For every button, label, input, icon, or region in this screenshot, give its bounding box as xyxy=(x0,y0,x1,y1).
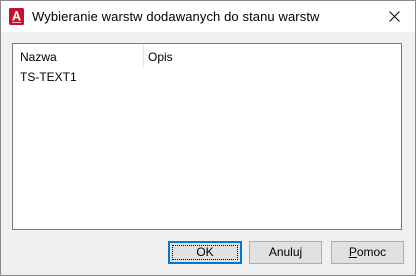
cancel-button-label: Anuluj xyxy=(268,245,303,259)
title-bar[interactable]: Wybieranie warstw dodawanych do stanu wa… xyxy=(1,1,415,32)
help-button-label: Pomoc xyxy=(349,245,386,259)
column-separator[interactable] xyxy=(143,44,144,68)
list-header: Nazwa Opis xyxy=(13,44,401,68)
help-label-rest: omoc xyxy=(356,245,387,259)
cancel-button[interactable]: Anuluj xyxy=(249,241,322,264)
window-title: Wybieranie warstw dodawanych do stanu wa… xyxy=(32,9,320,24)
column-header-name[interactable]: Nazwa xyxy=(20,44,140,68)
close-button[interactable] xyxy=(373,1,415,32)
layer-name-cell: TS-TEXT1 xyxy=(20,70,77,84)
layers-list[interactable]: Nazwa Opis TS-TEXT1 xyxy=(12,43,402,230)
ok-button[interactable]: OK xyxy=(168,241,242,264)
help-accelerator-key: P xyxy=(348,245,357,259)
ok-button-label: OK xyxy=(196,245,214,259)
column-header-description[interactable]: Opis xyxy=(148,44,388,68)
dialog-window: Wybieranie warstw dodawanych do stanu wa… xyxy=(0,0,416,276)
close-icon xyxy=(388,11,400,22)
help-button[interactable]: Pomoc xyxy=(331,241,404,264)
autocad-app-icon xyxy=(9,8,24,25)
list-item[interactable]: TS-TEXT1 xyxy=(14,69,400,86)
